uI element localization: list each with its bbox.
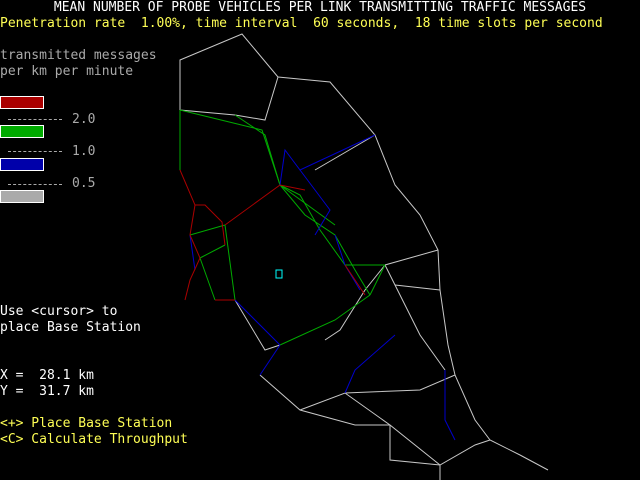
road-link — [259, 374, 441, 466]
road-link — [444, 370, 456, 441]
place-base-station-command[interactable]: <+> Place Base Station — [0, 416, 172, 432]
road-link — [394, 284, 441, 291]
road-link — [189, 224, 226, 236]
road-link — [369, 264, 386, 296]
cursor-y-coordinate: Y = 31.7 km — [0, 384, 94, 399]
road-link — [344, 374, 456, 394]
road-link — [389, 425, 491, 466]
road-link — [384, 249, 446, 371]
road-link — [279, 134, 376, 186]
road-link — [234, 299, 281, 351]
road-link — [299, 392, 391, 426]
road-link — [195, 204, 226, 246]
cursor-x-coordinate: X = 28.1 km — [0, 368, 94, 383]
road-link — [344, 334, 396, 394]
road-link — [179, 33, 279, 121]
road-network-map[interactable] — [0, 0, 640, 480]
road-link — [199, 257, 216, 301]
road-link — [224, 224, 236, 301]
road-link — [279, 294, 371, 346]
instruction-text: Use <cursor> to — [0, 304, 118, 319]
road-link — [199, 244, 226, 259]
road-link — [277, 76, 549, 471]
road-link — [179, 109, 371, 296]
road-link — [179, 169, 196, 236]
road-link — [314, 134, 376, 171]
road-link — [324, 264, 386, 341]
base-station-cursor[interactable] — [275, 269, 283, 279]
road-link — [259, 344, 281, 376]
instruction-text: place Base Station — [0, 320, 141, 335]
road-link — [184, 234, 201, 301]
calculate-throughput-command[interactable]: <C> Calculate Throughput — [0, 432, 188, 448]
